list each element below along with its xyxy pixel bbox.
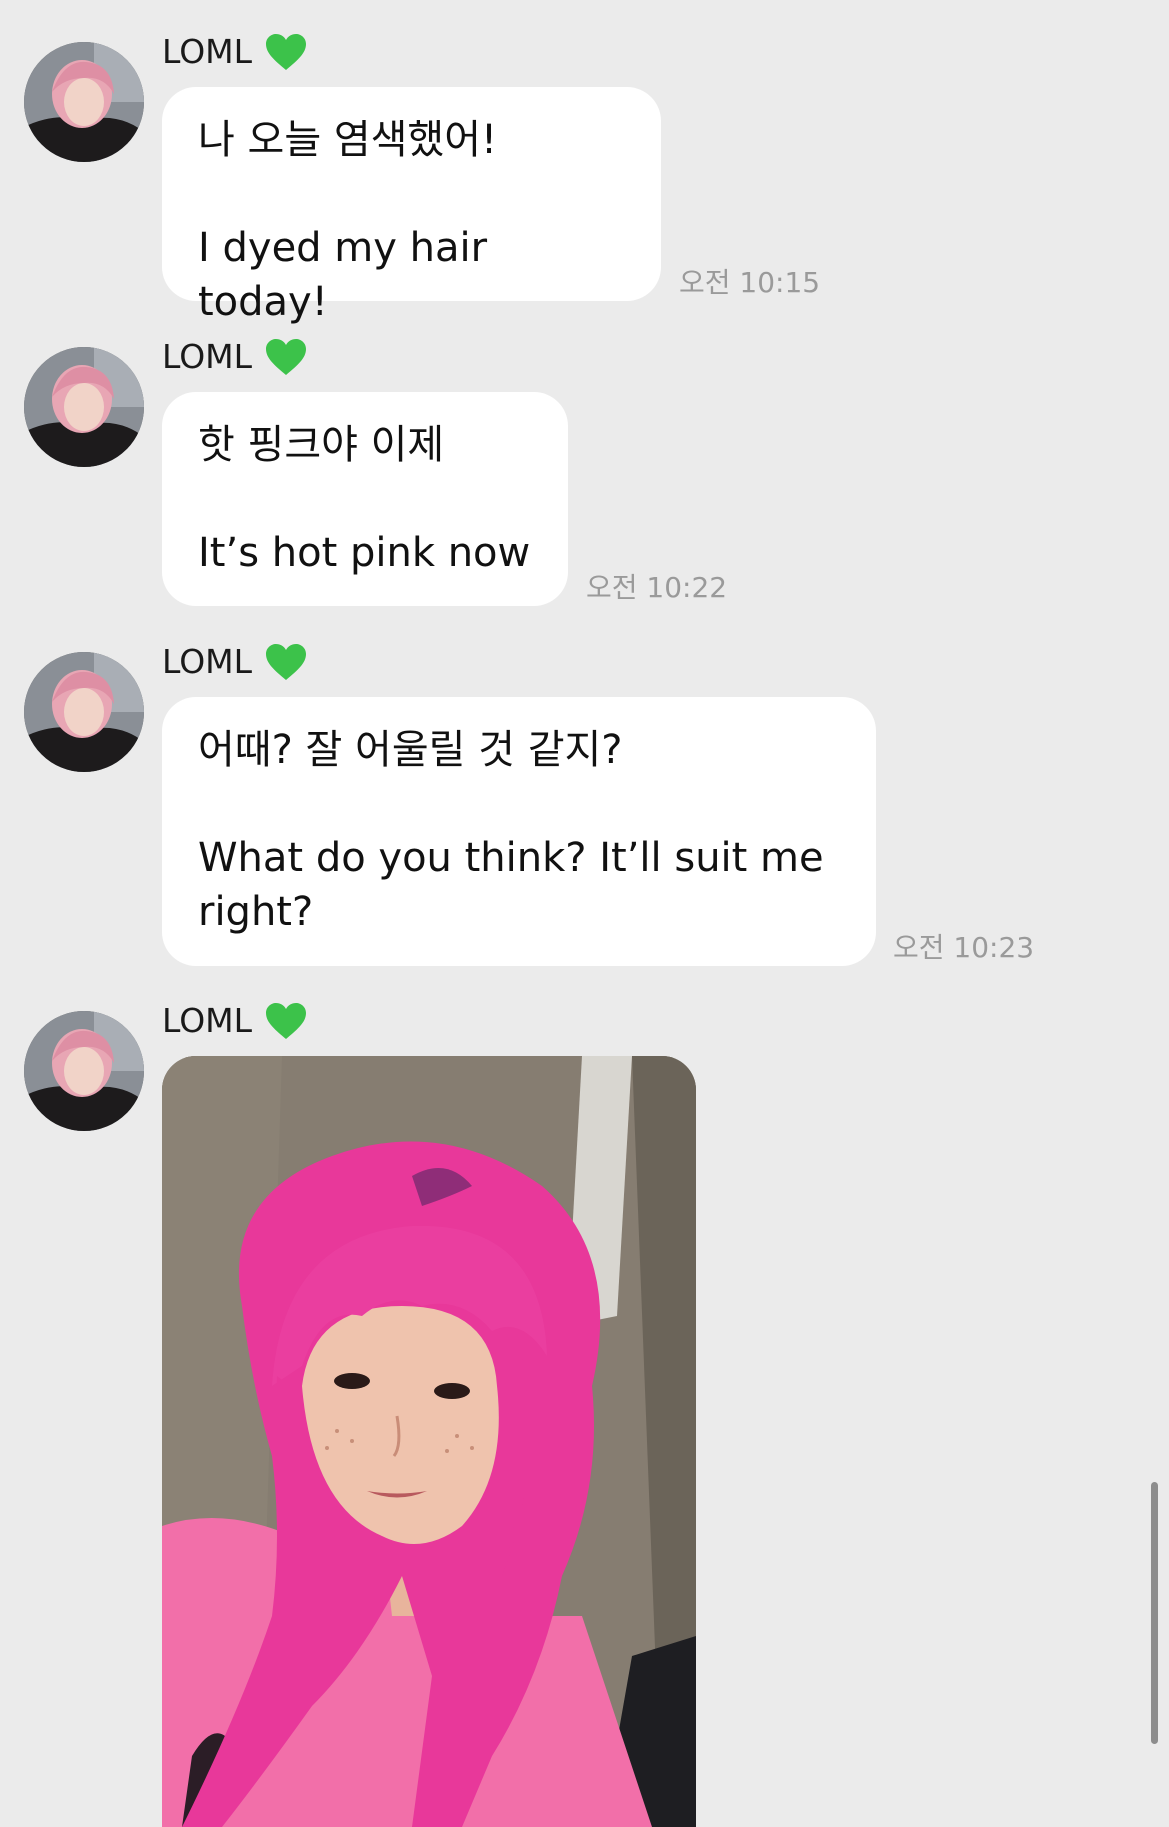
message-time: 오전 10:15 xyxy=(679,266,821,299)
message-time: 오전 10:23 xyxy=(893,931,1035,964)
avatar[interactable] xyxy=(24,347,144,467)
sender-name: LOML xyxy=(162,642,308,682)
avatar[interactable] xyxy=(24,1011,144,1131)
sender-name: LOML xyxy=(162,32,308,72)
sender-label: LOML xyxy=(162,337,253,376)
message-bubble[interactable]: 핫 핑크야 이제 It’s hot pink now xyxy=(162,392,568,606)
message-bubble[interactable]: 어때? 잘 어울릴 것 같지? What do you think? It’ll… xyxy=(162,697,876,966)
message-text-english: It’s hot pink now xyxy=(198,530,531,576)
chat-area[interactable]: LOML 나 오늘 염색했어! I dyed my hair today! 오전… xyxy=(0,0,1169,1827)
sender-label: LOML xyxy=(162,642,253,681)
message-text-english: What do you think? It’ll suit me right? xyxy=(198,835,837,935)
message-text-english: I dyed my hair today! xyxy=(198,225,500,325)
message-bubble[interactable]: 나 오늘 염색했어! I dyed my hair today! xyxy=(162,87,661,325)
green-heart-icon xyxy=(266,339,307,375)
message-text-korean: 핫 핑크야 이제 xyxy=(198,422,445,468)
message-text-korean: 나 오늘 염색했어! xyxy=(198,117,498,163)
message-time: 오전 10:22 xyxy=(586,571,728,604)
green-heart-icon xyxy=(266,1003,307,1039)
scrollbar[interactable] xyxy=(1151,1482,1158,1744)
photo-message[interactable] xyxy=(162,1056,696,1827)
sender-name: LOML xyxy=(162,1001,308,1041)
sender-label: LOML xyxy=(162,1001,253,1040)
sender-label: LOML xyxy=(162,32,253,71)
sender-name: LOML xyxy=(162,337,308,377)
avatar[interactable] xyxy=(24,42,144,162)
green-heart-icon xyxy=(266,644,307,680)
green-heart-icon xyxy=(266,34,307,70)
selfie-photo xyxy=(162,1056,696,1827)
avatar[interactable] xyxy=(24,652,144,772)
message-text-korean: 어때? 잘 어울릴 것 같지? xyxy=(198,727,623,773)
